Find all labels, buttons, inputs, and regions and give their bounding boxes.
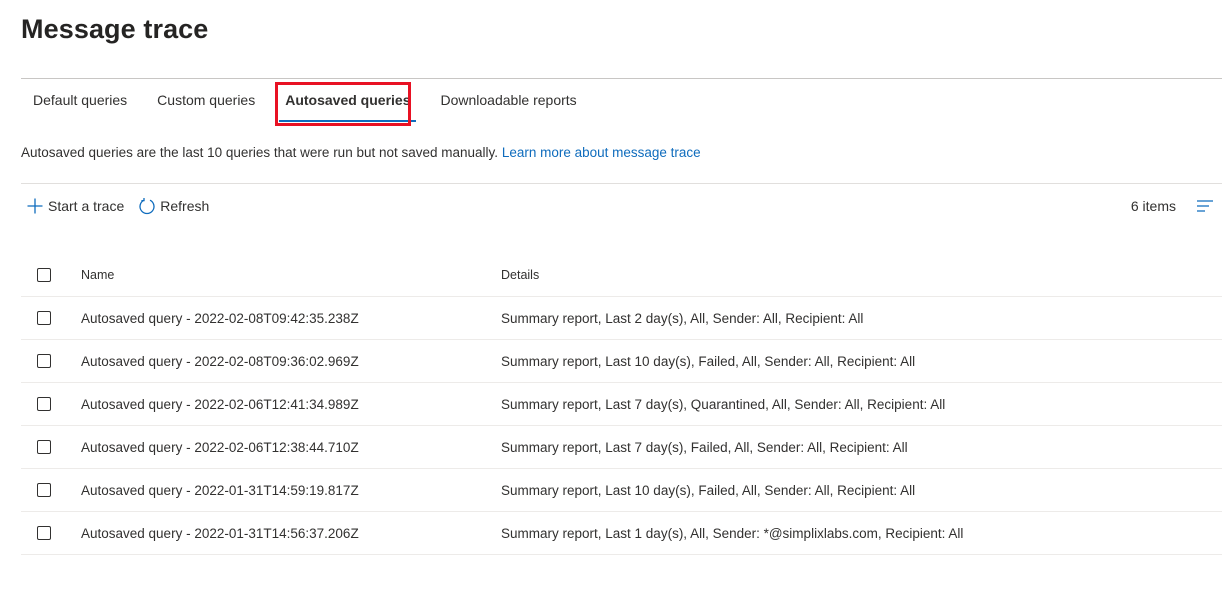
- page-title: Message trace: [21, 14, 209, 44]
- description-text: Autosaved queries are the last 10 querie…: [21, 145, 499, 160]
- query-details: Summary report, Last 7 day(s), Failed, A…: [501, 425, 1222, 469]
- refresh-label: Refresh: [160, 198, 210, 214]
- tab-bar: Default queries Custom queries Autosaved…: [21, 80, 589, 126]
- query-details: Summary report, Last 10 day(s), Failed, …: [501, 339, 1222, 383]
- learn-more-link[interactable]: Learn more about message trace: [502, 145, 701, 160]
- select-all-checkbox[interactable]: [37, 268, 51, 282]
- table-row[interactable]: Autosaved query - 2022-01-31T14:59:19.81…: [21, 468, 1222, 512]
- refresh-button[interactable]: Refresh: [138, 197, 209, 215]
- query-name[interactable]: Autosaved query - 2022-02-06T12:38:44.71…: [81, 425, 501, 469]
- column-header-name[interactable]: Name: [81, 254, 501, 297]
- description: Autosaved queries are the last 10 querie…: [21, 145, 701, 160]
- table-row[interactable]: Autosaved query - 2022-02-08T09:42:35.23…: [21, 296, 1222, 340]
- autosaved-queries-table: Name Details Autosaved query - 2022-02-0…: [21, 254, 1222, 555]
- query-name[interactable]: Autosaved query - 2022-02-06T12:41:34.98…: [81, 382, 501, 426]
- query-name[interactable]: Autosaved query - 2022-02-08T09:36:02.96…: [81, 339, 501, 383]
- tab-custom-queries[interactable]: Custom queries: [145, 80, 267, 122]
- tab-autosaved-queries[interactable]: Autosaved queries: [273, 80, 422, 122]
- table-header-row: Name Details: [21, 254, 1222, 297]
- tab-downloadable-reports[interactable]: Downloadable reports: [428, 80, 588, 122]
- start-trace-label: Start a trace: [48, 198, 125, 214]
- table-row[interactable]: Autosaved query - 2022-02-06T12:38:44.71…: [21, 425, 1222, 469]
- table-row[interactable]: Autosaved query - 2022-02-06T12:41:34.98…: [21, 382, 1222, 426]
- query-details: Summary report, Last 7 day(s), Quarantin…: [501, 382, 1222, 426]
- table-row[interactable]: Autosaved query - 2022-02-08T09:36:02.96…: [21, 339, 1222, 383]
- query-name[interactable]: Autosaved query - 2022-01-31T14:56:37.20…: [81, 511, 501, 555]
- query-name[interactable]: Autosaved query - 2022-02-08T09:42:35.23…: [81, 296, 501, 340]
- start-trace-button[interactable]: Start a trace: [26, 197, 124, 215]
- table-row[interactable]: Autosaved query - 2022-01-31T14:56:37.20…: [21, 511, 1222, 555]
- command-bar: Start a trace Refresh: [26, 195, 209, 217]
- row-checkbox[interactable]: [37, 526, 51, 540]
- query-details: Summary report, Last 2 day(s), All, Send…: [501, 296, 1222, 340]
- column-header-details[interactable]: Details: [501, 254, 1222, 297]
- toolbar-divider: [21, 183, 1222, 184]
- refresh-icon: [139, 198, 155, 215]
- row-checkbox[interactable]: [37, 440, 51, 454]
- row-checkbox[interactable]: [37, 311, 51, 325]
- plus-icon: [27, 198, 43, 214]
- query-details: Summary report, Last 10 day(s), Failed, …: [501, 468, 1222, 512]
- filter-lines-icon[interactable]: [1196, 199, 1214, 218]
- query-details: Summary report, Last 1 day(s), All, Send…: [501, 511, 1222, 555]
- row-checkbox[interactable]: [37, 354, 51, 368]
- items-count: 6 items: [1130, 198, 1176, 214]
- row-checkbox[interactable]: [37, 483, 51, 497]
- tab-default-queries[interactable]: Default queries: [21, 80, 139, 122]
- header-divider: [21, 78, 1222, 79]
- query-name[interactable]: Autosaved query - 2022-01-31T14:59:19.81…: [81, 468, 501, 512]
- row-checkbox[interactable]: [37, 397, 51, 411]
